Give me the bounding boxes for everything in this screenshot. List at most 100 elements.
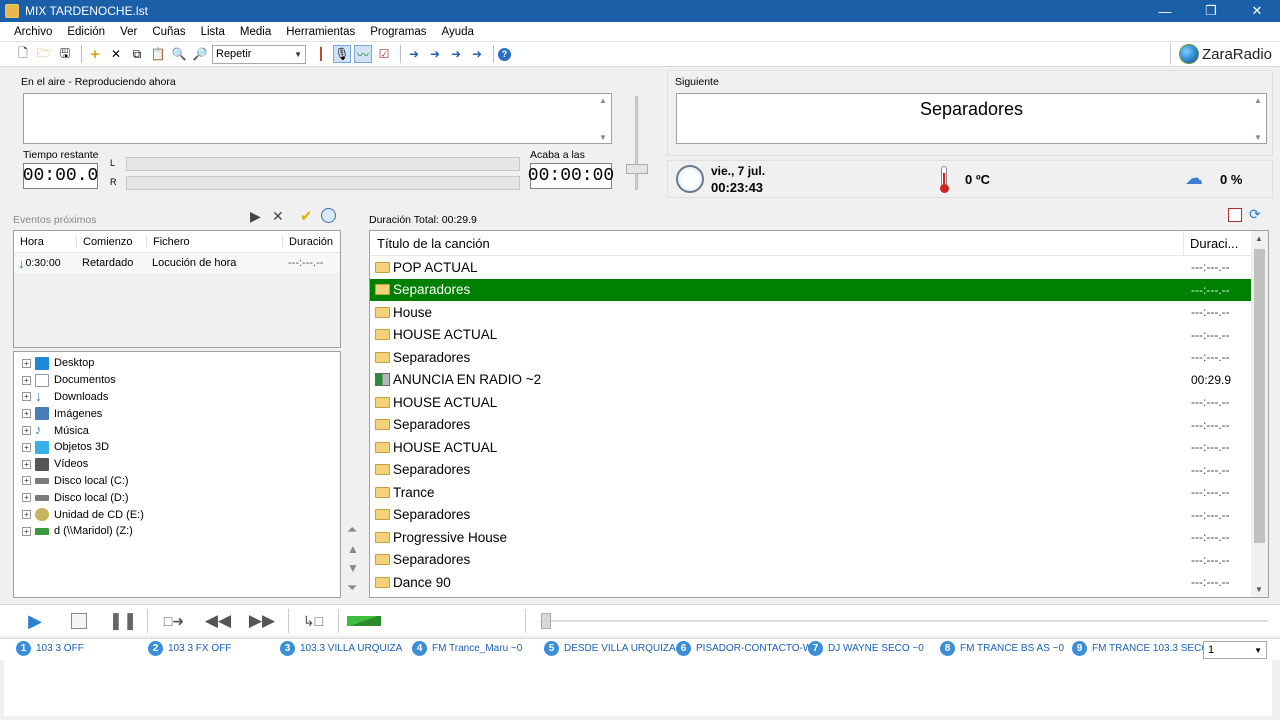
jump-2-icon[interactable]: ➜ — [426, 45, 444, 63]
playlist-scrollbar[interactable]: ▲ ▼ — [1251, 231, 1268, 597]
refresh-icon[interactable]: ⟳ — [1249, 206, 1261, 223]
folder-icon — [375, 396, 390, 408]
checklist-icon[interactable]: ☑ — [375, 45, 393, 63]
cart-button-8[interactable]: 8 FM TRANCE BS AS ~0 — [940, 641, 1064, 656]
col-titulo[interactable]: Título de la canción — [370, 236, 1183, 251]
tree-item-disco-d[interactable]: + Disco local (D:) — [14, 489, 340, 506]
level-meter-icon[interactable]: ┃ — [312, 45, 330, 63]
tree-item-desktop[interactable]: + Desktop — [14, 355, 340, 372]
fast-forward-icon[interactable]: ▶▶ — [246, 611, 278, 631]
insert-track-icon[interactable]: ↳□ — [296, 611, 330, 631]
next-title: Separadores — [919, 99, 1024, 119]
cart-button-6[interactable]: 6 PISADOR-CONTACTO-W — [676, 641, 812, 656]
playlist-row[interactable]: HOUSE ACTUAL ---:---.-- — [370, 324, 1251, 347]
arrow-down-icon: ↓ — [18, 255, 25, 271]
printer-icon[interactable] — [1228, 208, 1242, 222]
event-row[interactable]: ↓ 0:30:00 Retardado Locución de hora ---… — [14, 253, 340, 273]
cart-button-3[interactable]: 3 103.3 VILLA URQUIZA — [280, 641, 402, 656]
jump-3-icon[interactable]: ➜ — [447, 45, 465, 63]
delete-event-icon[interactable]: ✕ — [272, 208, 284, 225]
cart-button-2[interactable]: 2 103 3 FX OFF — [148, 641, 231, 656]
cart-page-select[interactable]: 1 ▼ — [1203, 641, 1267, 659]
cart-button-9[interactable]: 9 FM TRANCE 103.3 SECO — [1072, 641, 1209, 656]
play-event-icon[interactable]: ▶ — [250, 208, 261, 225]
find-replace-icon[interactable]: 🔎 — [191, 45, 209, 63]
rewind-icon[interactable]: ◀◀ — [202, 611, 234, 631]
close-button[interactable]: ✕ — [1234, 0, 1280, 22]
menu-ver[interactable]: Ver — [120, 26, 137, 38]
new-file-icon[interactable]: 🗋 — [14, 45, 32, 63]
open-folder-icon[interactable]: 🗁 — [35, 45, 53, 63]
microphone-icon[interactable]: 🎙 — [333, 45, 351, 63]
search-icon[interactable]: 🔍 — [170, 45, 188, 63]
playlist-row[interactable]: House ---:---.-- — [370, 301, 1251, 324]
playlist-row[interactable]: Trance ---:---.-- — [370, 481, 1251, 504]
menu-herramientas[interactable]: Herramientas — [286, 26, 355, 38]
playlist-row[interactable]: Separadores ---:---.-- — [370, 549, 1251, 572]
playlist-row[interactable]: Separadores ---:---.-- — [370, 414, 1251, 437]
col-duracion[interactable]: Duración — [282, 235, 340, 248]
col-comienzo[interactable]: Comienzo — [76, 235, 146, 248]
tree-item-documentos[interactable]: + Documentos — [14, 372, 340, 389]
playlist-row[interactable]: Progressive House ---:---.-- — [370, 526, 1251, 549]
next-track-icon[interactable]: □➜ — [156, 611, 192, 631]
tree-item-videos[interactable]: + Vídeos — [14, 456, 340, 473]
app-icon — [5, 4, 19, 18]
menu-archivo[interactable]: Archivo — [14, 26, 52, 38]
tree-item-objetos3d[interactable]: + Objetos 3D — [14, 439, 340, 456]
move-top-icon[interactable]: ⏶ — [347, 522, 357, 538]
col-duracion[interactable]: Duraci... — [1183, 231, 1251, 256]
cart-button-4[interactable]: 4 FM Trance_Maru ~0 — [412, 641, 522, 656]
title-bar: MIX TARDENOCHE.lst — ❐ ✕ — [0, 0, 1280, 22]
playlist-row[interactable]: HOUSE ACTUAL ---:---.-- — [370, 436, 1251, 459]
pause-icon[interactable]: ❚❚ — [109, 611, 138, 631]
position-slider[interactable] — [540, 613, 1268, 629]
move-down-icon[interactable]: ▼ — [347, 561, 359, 575]
menu-edicion[interactable]: Edición — [67, 26, 105, 38]
save-icon[interactable]: 🖫 — [56, 45, 74, 63]
cart-button-7[interactable]: 7 DJ WAYNE SECO ~0 — [808, 641, 924, 656]
playlist-row[interactable]: Separadores ---:---.-- — [370, 459, 1251, 482]
tree-item-disco-c[interactable]: + Disco local (C:) — [14, 473, 340, 490]
jump-1-icon[interactable]: ➜ — [405, 45, 423, 63]
event-clock-icon[interactable] — [321, 208, 336, 223]
move-bottom-icon[interactable]: ⏷ — [347, 580, 357, 596]
playlist-row[interactable]: Separadores ---:---.-- — [370, 346, 1251, 369]
tree-item-network-z[interactable]: + d (\\Maridol) (Z:) — [14, 523, 340, 540]
playback-mode-select[interactable]: Repetir ▼ — [212, 44, 306, 64]
add-icon[interactable]: + — [86, 45, 104, 63]
minimize-button[interactable]: — — [1142, 0, 1188, 22]
move-up-icon[interactable]: ▲ — [347, 542, 359, 556]
tree-item-downloads[interactable]: + ↓ Downloads — [14, 389, 340, 406]
help-icon[interactable]: ? — [498, 47, 511, 61]
col-fichero[interactable]: Fichero — [146, 235, 282, 248]
menu-lista[interactable]: Lista — [201, 26, 225, 38]
copy-icon[interactable]: ⧉ — [128, 45, 146, 63]
playlist-row[interactable]: POP ACTUAL ---:---.-- — [370, 256, 1251, 279]
waveform-icon[interactable]: 〰 — [354, 45, 372, 63]
stop-icon[interactable] — [68, 611, 90, 631]
playlist-row[interactable]: HOUSE ACTUAL ---:---.-- — [370, 391, 1251, 414]
maximize-button[interactable]: ❐ — [1188, 0, 1234, 22]
playlist-row-selected[interactable]: Separadores ---:---.-- — [370, 278, 1251, 301]
menu-ayuda[interactable]: Ayuda — [442, 26, 474, 38]
menu-programas[interactable]: Programas — [370, 26, 426, 38]
volume-slider[interactable] — [622, 96, 652, 191]
playlist-row[interactable]: Separadores ---:---.-- — [370, 504, 1251, 527]
tree-item-imagenes[interactable]: + Imágenes — [14, 405, 340, 422]
tree-item-musica[interactable]: + ♪ Música — [14, 422, 340, 439]
crossfade-icon[interactable] — [346, 611, 382, 631]
playlist-row[interactable]: Dance 90 ---:---.-- — [370, 571, 1251, 594]
menu-media[interactable]: Media — [240, 26, 271, 38]
menu-cunas[interactable]: Cuñas — [152, 26, 185, 38]
play-icon[interactable]: ▶ — [24, 611, 46, 631]
tree-item-cd-e[interactable]: + Unidad de CD (E:) — [14, 506, 340, 523]
playlist-row[interactable]: ANUNCIA EN RADIO ~2 00:29.9 — [370, 369, 1251, 392]
jump-4-icon[interactable]: ➜ — [468, 45, 486, 63]
cart-button-1[interactable]: 1 103 3 OFF — [16, 641, 84, 656]
check-event-icon[interactable]: ✔ — [300, 207, 313, 225]
col-hora[interactable]: Hora — [14, 236, 76, 248]
cart-button-5[interactable]: 5 DESDE VILLA URQUIZA — [544, 641, 676, 656]
delete-icon[interactable]: ✕ — [107, 45, 125, 63]
paste-icon[interactable]: 📋 — [149, 45, 167, 63]
